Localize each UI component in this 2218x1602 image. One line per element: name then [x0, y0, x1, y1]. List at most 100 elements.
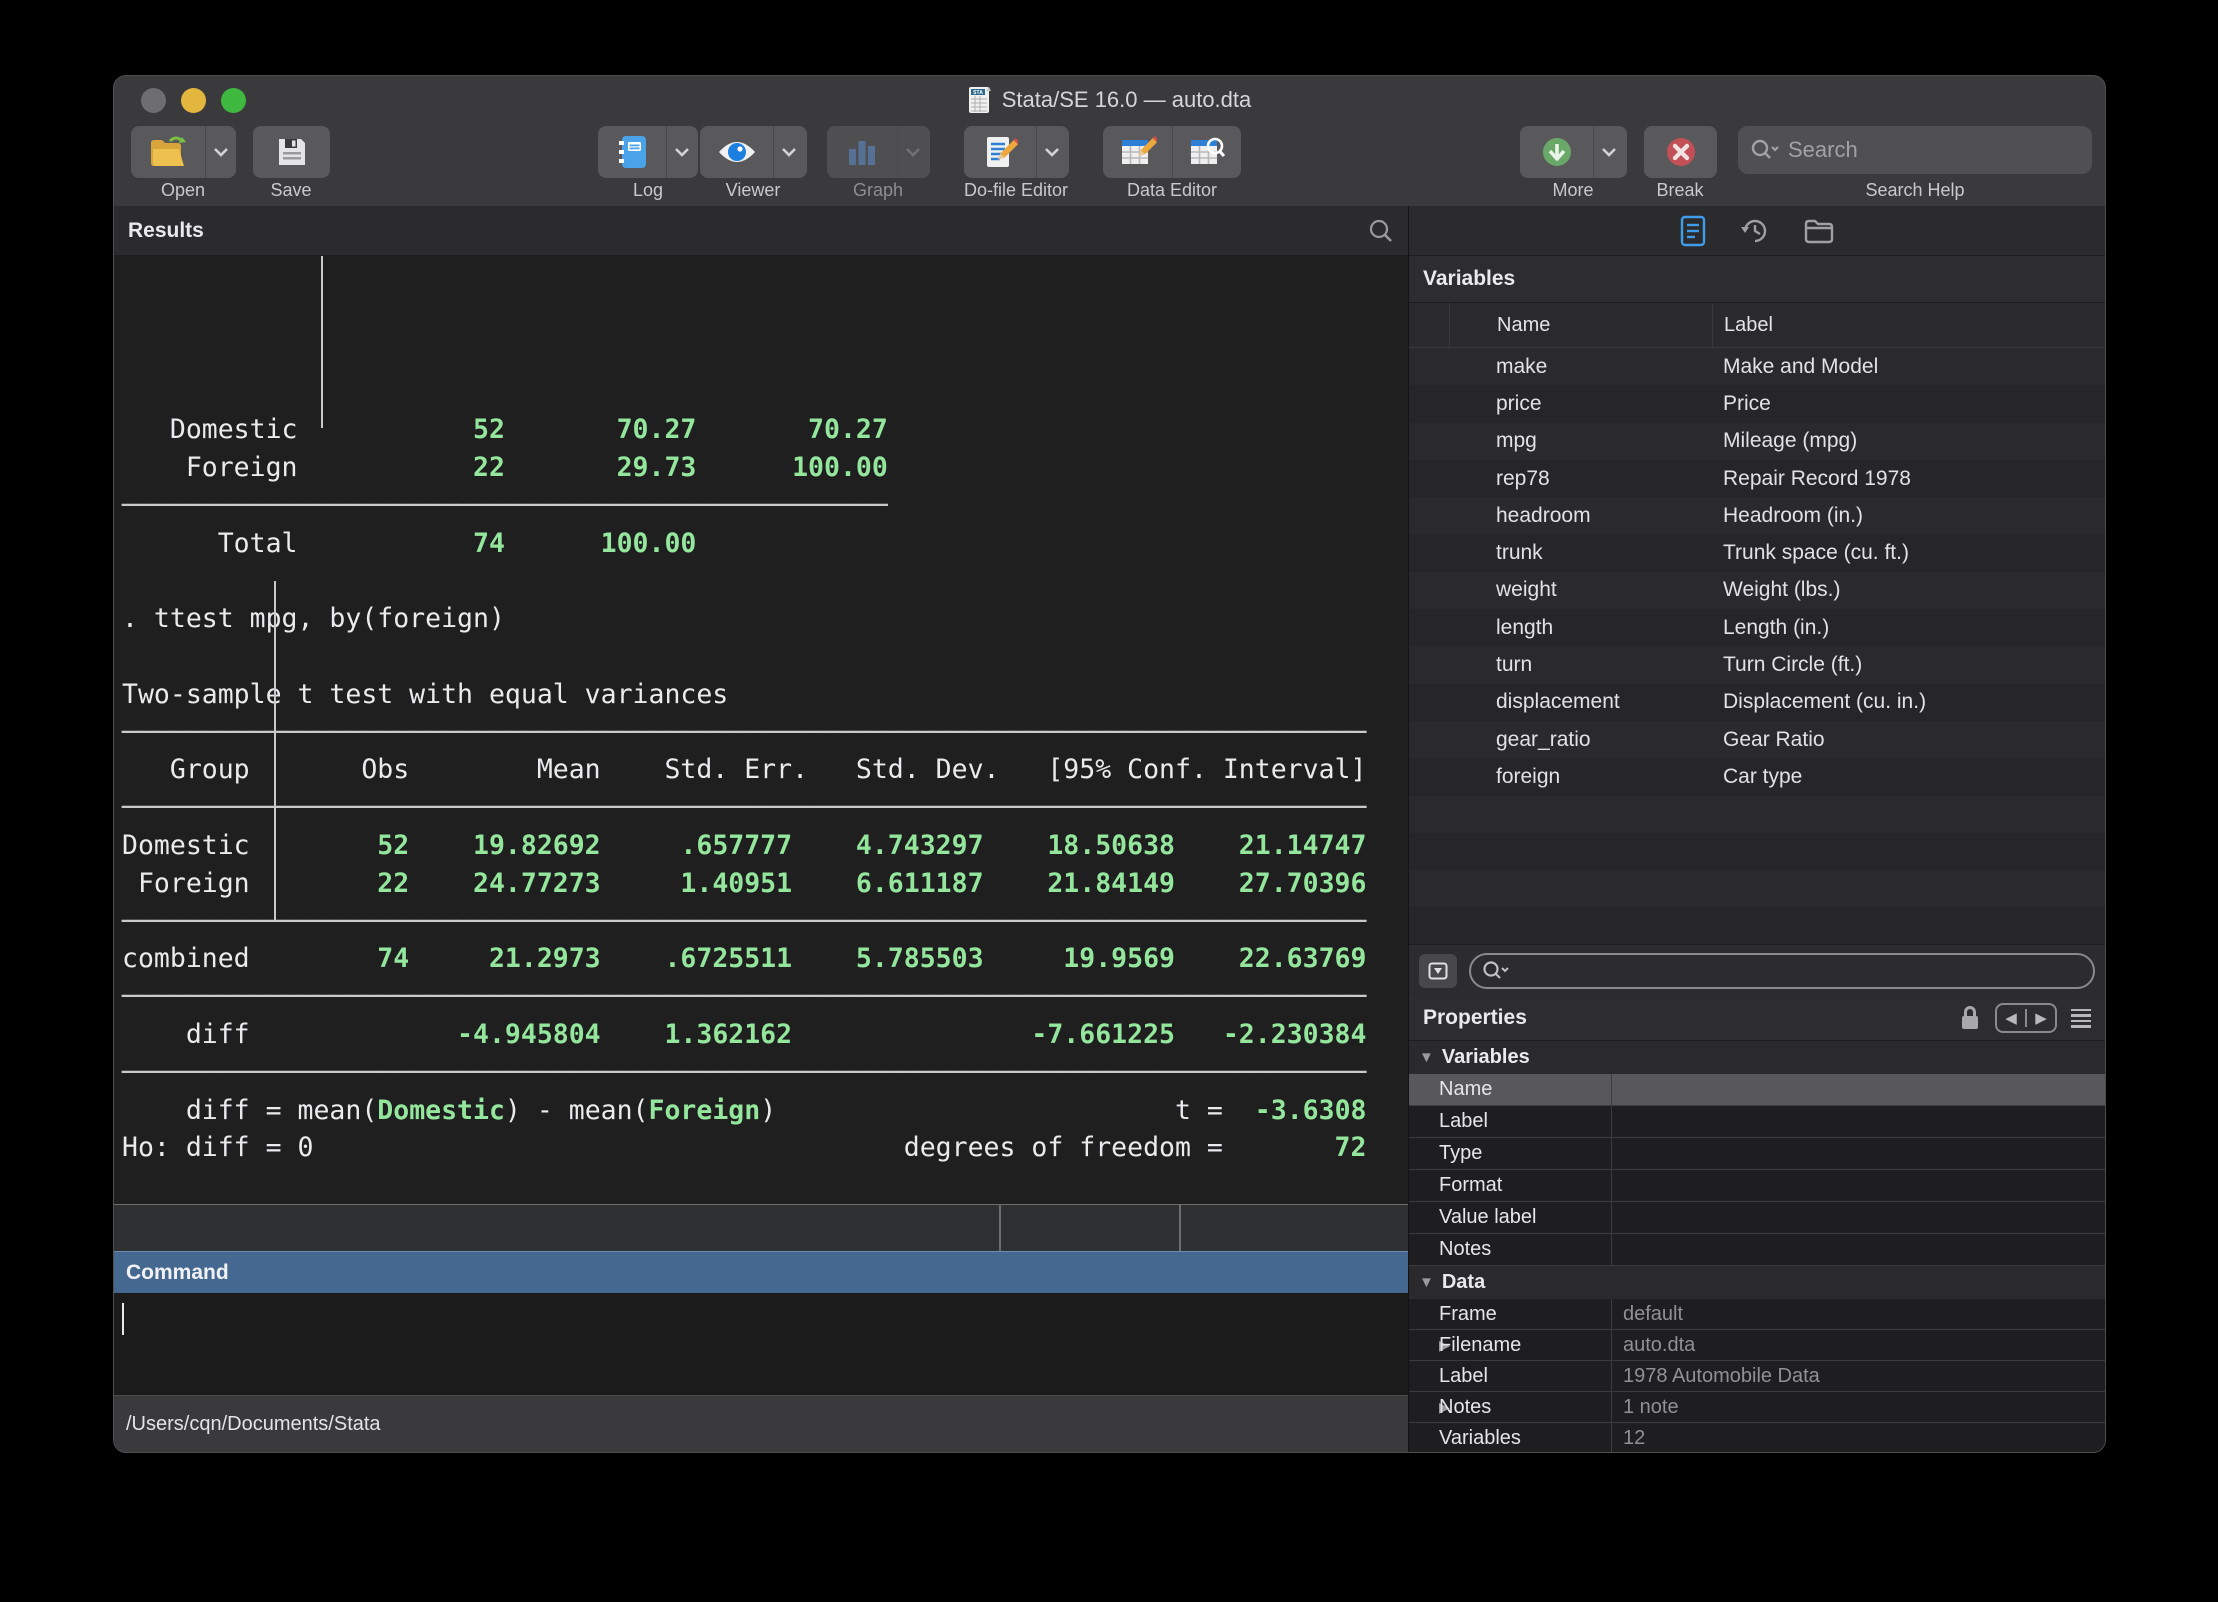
variable-label: Length (in.) — [1712, 616, 2105, 640]
expand-arrow-icon[interactable]: ▶ — [1409, 1399, 1439, 1416]
variable-row[interactable]: turnTurn Circle (ft.) — [1409, 646, 2105, 683]
stata-data-file-icon: STA — [968, 86, 992, 114]
viewer-button[interactable] — [700, 126, 807, 178]
property-label: Label — [1439, 1365, 1611, 1388]
save-button[interactable] — [253, 126, 330, 178]
results-search-icon[interactable] — [1368, 218, 1394, 244]
open-button[interactable] — [131, 126, 236, 178]
filter-button[interactable] — [1419, 954, 1457, 988]
command-input[interactable] — [114, 1293, 1408, 1395]
results-line: Group Obs Mean Std. Err. Std. Dev. [95% … — [122, 751, 1408, 789]
variable-label: Mileage (mpg) — [1712, 429, 2105, 453]
variable-name: trunk — [1449, 541, 1712, 565]
table-vertical-rule — [321, 256, 323, 428]
dofile-dropdown-chevron[interactable] — [1036, 126, 1066, 178]
graph-dropdown-chevron[interactable] — [897, 126, 927, 178]
log-dropdown-chevron[interactable] — [666, 126, 696, 178]
property-value — [1611, 1138, 2105, 1169]
property-row-value-label[interactable]: Value label — [1409, 1202, 2105, 1234]
search-placeholder: Search — [1788, 137, 1858, 163]
command-header: Command — [114, 1251, 1408, 1293]
property-row-frame[interactable]: Framedefault — [1409, 1299, 2105, 1330]
variable-row[interactable]: gear_ratioGear Ratio — [1409, 721, 2105, 758]
variables-search-field[interactable] — [1469, 953, 2095, 989]
variable-row[interactable]: headroomHeadroom (in.) — [1409, 497, 2105, 534]
previous-variable-button[interactable]: ◀ — [1997, 1009, 2025, 1027]
property-row-filename[interactable]: ▶Filenameauto.dta — [1409, 1330, 2105, 1361]
results-output[interactable]: Domestic 52 70.27 70.27 Foreign 22 29.73… — [114, 256, 1408, 1204]
variable-row[interactable]: makeMake and Model — [1409, 348, 2105, 385]
properties-menu-icon[interactable] — [2071, 1009, 2091, 1028]
dofile-document-pencil-icon — [964, 126, 1036, 178]
open-folder-icon — [131, 126, 205, 178]
property-label: Label — [1439, 1110, 1611, 1133]
help-search-field[interactable]: Search — [1738, 126, 2092, 174]
variable-row[interactable]: trunkTrunk space (cu. ft.) — [1409, 534, 2105, 571]
property-label: Name — [1439, 1078, 1611, 1101]
variable-label: Price — [1712, 392, 2105, 416]
variable-label: Trunk space (cu. ft.) — [1712, 541, 2105, 565]
dofile-editor-button[interactable] — [964, 126, 1069, 178]
properties-title: Properties — [1423, 1006, 1527, 1030]
variable-name: length — [1449, 616, 1712, 640]
property-row-type[interactable]: Type — [1409, 1138, 2105, 1170]
status-bar: /Users/cqn/Documents/Stata — [114, 1395, 1408, 1452]
data-editor-browse-icon[interactable] — [1172, 126, 1241, 178]
property-value — [1611, 1106, 2105, 1137]
zoom-button[interactable] — [221, 88, 246, 113]
data-editor-edit-icon — [1103, 126, 1172, 178]
column-name[interactable]: Name — [1449, 303, 1712, 347]
tab-history-icon[interactable] — [1739, 215, 1771, 247]
variables-column-header: Name Label — [1409, 303, 2105, 348]
navigate-variables-control: ◀ ▶ — [1995, 1003, 2057, 1033]
minimize-button[interactable] — [181, 88, 206, 113]
log-button[interactable] — [598, 126, 698, 178]
expand-arrow-icon[interactable]: ▶ — [1409, 1337, 1439, 1354]
variable-row[interactable]: rep78Repair Record 1978 — [1409, 460, 2105, 497]
empty-row — [1409, 870, 2105, 907]
open-dropdown-chevron[interactable] — [205, 126, 235, 178]
variable-row[interactable]: pricePrice — [1409, 385, 2105, 422]
property-value — [1611, 1234, 2105, 1265]
variable-row[interactable]: mpgMileage (mpg) — [1409, 423, 2105, 460]
property-row-name[interactable]: Name — [1409, 1074, 2105, 1106]
variable-name: mpg — [1449, 429, 1712, 453]
tab-variables-icon[interactable] — [1679, 215, 1707, 247]
property-row-format[interactable]: Format — [1409, 1170, 2105, 1202]
command-title: Command — [126, 1261, 229, 1285]
variable-name: gear_ratio — [1449, 728, 1712, 752]
property-row-label[interactable]: Label — [1409, 1106, 2105, 1138]
close-button[interactable] — [141, 88, 166, 113]
results-line: diff -4.945804 1.362162 -7.661225 -2.230… — [122, 1016, 1408, 1054]
viewer-dropdown-chevron[interactable] — [773, 126, 803, 178]
variable-row[interactable]: lengthLength (in.) — [1409, 609, 2105, 646]
lock-icon[interactable] — [1959, 1004, 1981, 1032]
section-header-data[interactable]: ▼Data — [1409, 1266, 2105, 1299]
results-line: Foreign 22 24.77273 1.40951 6.611187 21.… — [122, 865, 1408, 903]
more-label: More — [1552, 180, 1593, 201]
more-dropdown-chevron[interactable] — [1593, 126, 1623, 178]
property-row-variables[interactable]: Variables12 — [1409, 1423, 2105, 1453]
break-button[interactable] — [1644, 126, 1717, 178]
variable-row[interactable]: displacementDisplacement (cu. in.) — [1409, 684, 2105, 721]
section-header-variables[interactable]: ▼Variables — [1409, 1041, 2105, 1074]
tab-files-folder-icon[interactable] — [1803, 217, 1835, 245]
data-editor-button[interactable] — [1103, 126, 1241, 178]
property-row-notes[interactable]: ▶Notes1 note — [1409, 1392, 2105, 1423]
next-variable-button[interactable]: ▶ — [2025, 1009, 2055, 1027]
variables-title: Variables — [1423, 267, 1515, 291]
results-line: Two-sample t test with equal variances — [122, 676, 1408, 714]
property-row-label[interactable]: Label1978 Automobile Data — [1409, 1361, 2105, 1392]
results-line: Domestic 52 70.27 70.27 — [122, 411, 1408, 449]
graph-barchart-icon — [827, 126, 897, 178]
graph-button[interactable] — [827, 126, 930, 178]
more-button[interactable] — [1520, 126, 1627, 178]
variable-row[interactable]: foreignCar type — [1409, 758, 2105, 795]
variable-row[interactable]: weightWeight (lbs.) — [1409, 572, 2105, 609]
section-title: Variables — [1442, 1046, 1530, 1069]
property-row-notes[interactable]: Notes — [1409, 1234, 2105, 1266]
titlebar: STA Stata/SE 16.0 — auto.dta — [114, 76, 2105, 124]
toolbar: Open Save — [114, 124, 2105, 206]
column-label[interactable]: Label — [1712, 303, 2105, 347]
results-line — [122, 638, 1408, 676]
